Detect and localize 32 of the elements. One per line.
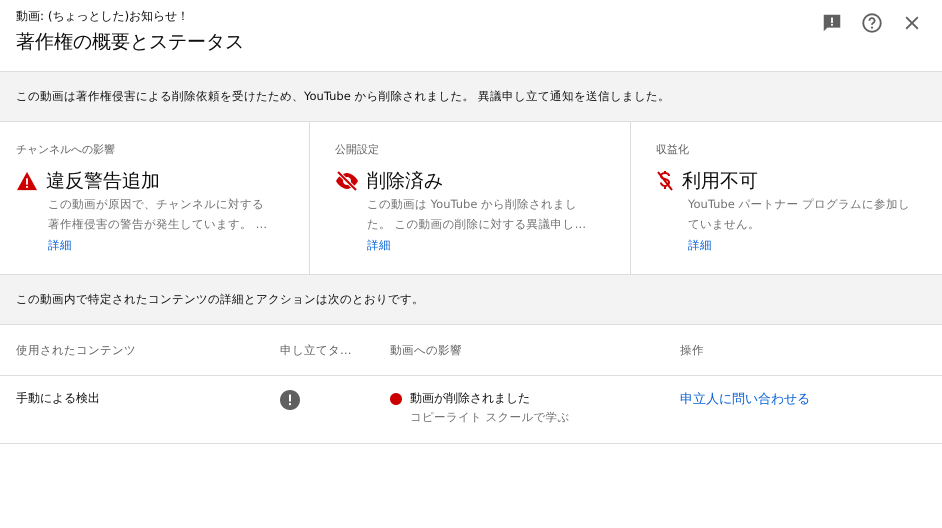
contact-link[interactable]: 申立人に問い合わせる: [680, 392, 810, 407]
card-heading: 利用不可: [682, 169, 758, 194]
details-link[interactable]: 詳細: [367, 238, 391, 253]
card-description: この動画が原因で、チャンネルに対する: [48, 196, 265, 213]
column-header: 申し立てタ…: [280, 342, 352, 358]
table-cell-text: 動画が削除されました: [410, 390, 531, 407]
eye-off-icon: [335, 171, 359, 191]
column-header: 操作: [680, 342, 705, 358]
card-description: この動画は YouTube から削除されまし: [367, 196, 578, 213]
dialog-subtitle: 動画: (ちょっとした)お知らせ！: [16, 8, 190, 25]
card-description: た。 この動画の削除に対する異議申し…: [367, 216, 588, 233]
details-link[interactable]: 詳細: [48, 238, 72, 253]
dialog-title: 著作権の概要とステータス: [16, 30, 244, 55]
details-text: この動画内で特定されたコンテンツの詳細とアクションは次のとおりです。: [16, 292, 424, 307]
card-description: 著作権侵害の警告が発生しています。 …: [48, 216, 268, 233]
details-link[interactable]: 詳細: [688, 238, 712, 253]
card-heading: 違反警告追加: [46, 169, 160, 194]
status-dot: [390, 393, 402, 405]
info-icon: [280, 390, 300, 410]
card-label: 公開設定: [335, 142, 380, 157]
column-header: 動画への影響: [390, 342, 463, 358]
no-dollar-icon: [656, 170, 674, 192]
card-heading: 削除済み: [367, 169, 443, 194]
warning-icon: [16, 171, 38, 191]
card-label: チャンネルへの影響: [16, 142, 116, 157]
column-header: 使用されたコンテンツ: [15, 342, 137, 358]
card-description: ていません。: [688, 216, 761, 233]
notice-text: この動画は著作権侵害による削除依頼を受けたため、YouTube から削除されました。 異議申し立て通知を送信しました。: [16, 89, 670, 104]
card-description: YouTube パートナー プログラムに参加し: [688, 196, 912, 213]
card-label: 収益化: [656, 142, 690, 157]
learn-link[interactable]: コピーライト スクールで学ぶ: [410, 410, 570, 425]
table-cell: 手動による検出: [16, 391, 100, 405]
